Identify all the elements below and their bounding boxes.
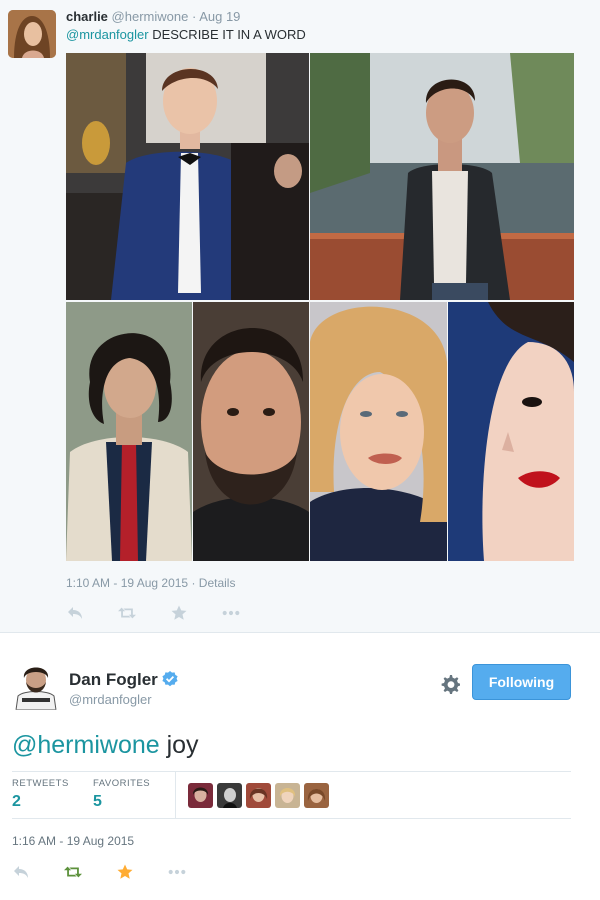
favorite-icon [117,864,133,879]
timestamp-text[interactable]: 1:10 AM - 19 Aug 2015 [66,576,188,590]
user-avatar[interactable] [12,662,60,710]
favoriter-avatar[interactable] [304,783,329,808]
favorites-stat[interactable]: FAVORITES 5 [93,778,150,811]
mention-link[interactable]: @mrdanfogler [66,27,149,42]
stats-divider [175,772,176,818]
tweet-text: @hermiwone joy [12,730,199,760]
retweet-icon [64,866,82,878]
photo-collage[interactable] [66,53,574,561]
photo-blonde-woman[interactable] [310,302,447,561]
reply-button[interactable] [12,863,30,881]
tweet-body: joy [159,731,199,759]
reply-button[interactable] [66,604,84,622]
favoriter-avatar[interactable] [188,783,213,808]
more-icon [222,610,240,616]
following-button[interactable]: Following [472,664,571,700]
retweet-button[interactable] [64,863,82,881]
favorites-count[interactable]: 5 [93,793,150,811]
gear-icon[interactable] [440,674,460,694]
favoriter-avatars [188,783,329,808]
tweet-timestamp: 1:10 AM - 19 Aug 2015 · Details [66,576,235,590]
retweets-count[interactable]: 2 [12,793,69,811]
retweets-stat[interactable]: RETWEETS 2 [12,778,69,811]
meta-separator: · [191,576,196,590]
permalink-tweet: Dan Fogler @mrdanfogler Following @hermi… [0,634,600,900]
separator: · [191,9,197,24]
parent-tweet: charlie @hermiwone · Aug 19 @mrdanfogler… [0,0,600,633]
favorites-label: FAVORITES [93,778,151,789]
photo-curly-hair-man[interactable] [66,302,192,561]
user-name-text[interactable]: Dan Fogler [69,670,158,689]
photo-bearded-man[interactable] [193,302,309,561]
tweet-body: DESCRIBE IT IN A WORD [148,27,306,42]
details-link[interactable]: Details [199,576,236,590]
more-icon [168,869,186,875]
retweet-icon [118,607,136,619]
tweet-header: charlie @hermiwone · Aug 19 [66,9,240,25]
user-handle[interactable]: @mrdanfogler [69,692,152,708]
photo-lagoon-man[interactable] [310,53,574,300]
mention-link[interactable]: @hermiwone [12,731,160,759]
tweet-date[interactable]: Aug 19 [199,9,240,24]
photo-tuxedo-man[interactable] [66,53,309,300]
user-avatar[interactable] [8,10,56,58]
user-handle[interactable]: @hermiwone [112,9,189,24]
favorite-icon [171,605,187,620]
more-button[interactable] [168,863,186,881]
retweets-label: RETWEETS [12,778,69,789]
tweet-stats: RETWEETS 2 FAVORITES 5 [12,771,571,819]
tweet-actions [12,863,220,881]
favorite-button[interactable] [116,863,134,881]
user-name[interactable]: Dan Fogler [69,670,178,692]
photo-dark-hair-woman[interactable] [448,302,574,561]
reply-icon [14,866,28,878]
reply-icon [68,607,82,619]
favoriter-avatar[interactable] [275,783,300,808]
tweet-actions [66,604,274,622]
verified-badge-icon [162,671,178,692]
retweet-button[interactable] [118,604,136,622]
favoriter-avatar[interactable] [217,783,242,808]
user-name[interactable]: charlie [66,9,108,24]
more-button[interactable] [222,604,240,622]
tweet-timestamp[interactable]: 1:16 AM - 19 Aug 2015 [12,834,134,848]
tweet-text: @mrdanfogler DESCRIBE IT IN A WORD [66,27,306,43]
favoriter-avatar[interactable] [246,783,271,808]
favorite-button[interactable] [170,604,188,622]
